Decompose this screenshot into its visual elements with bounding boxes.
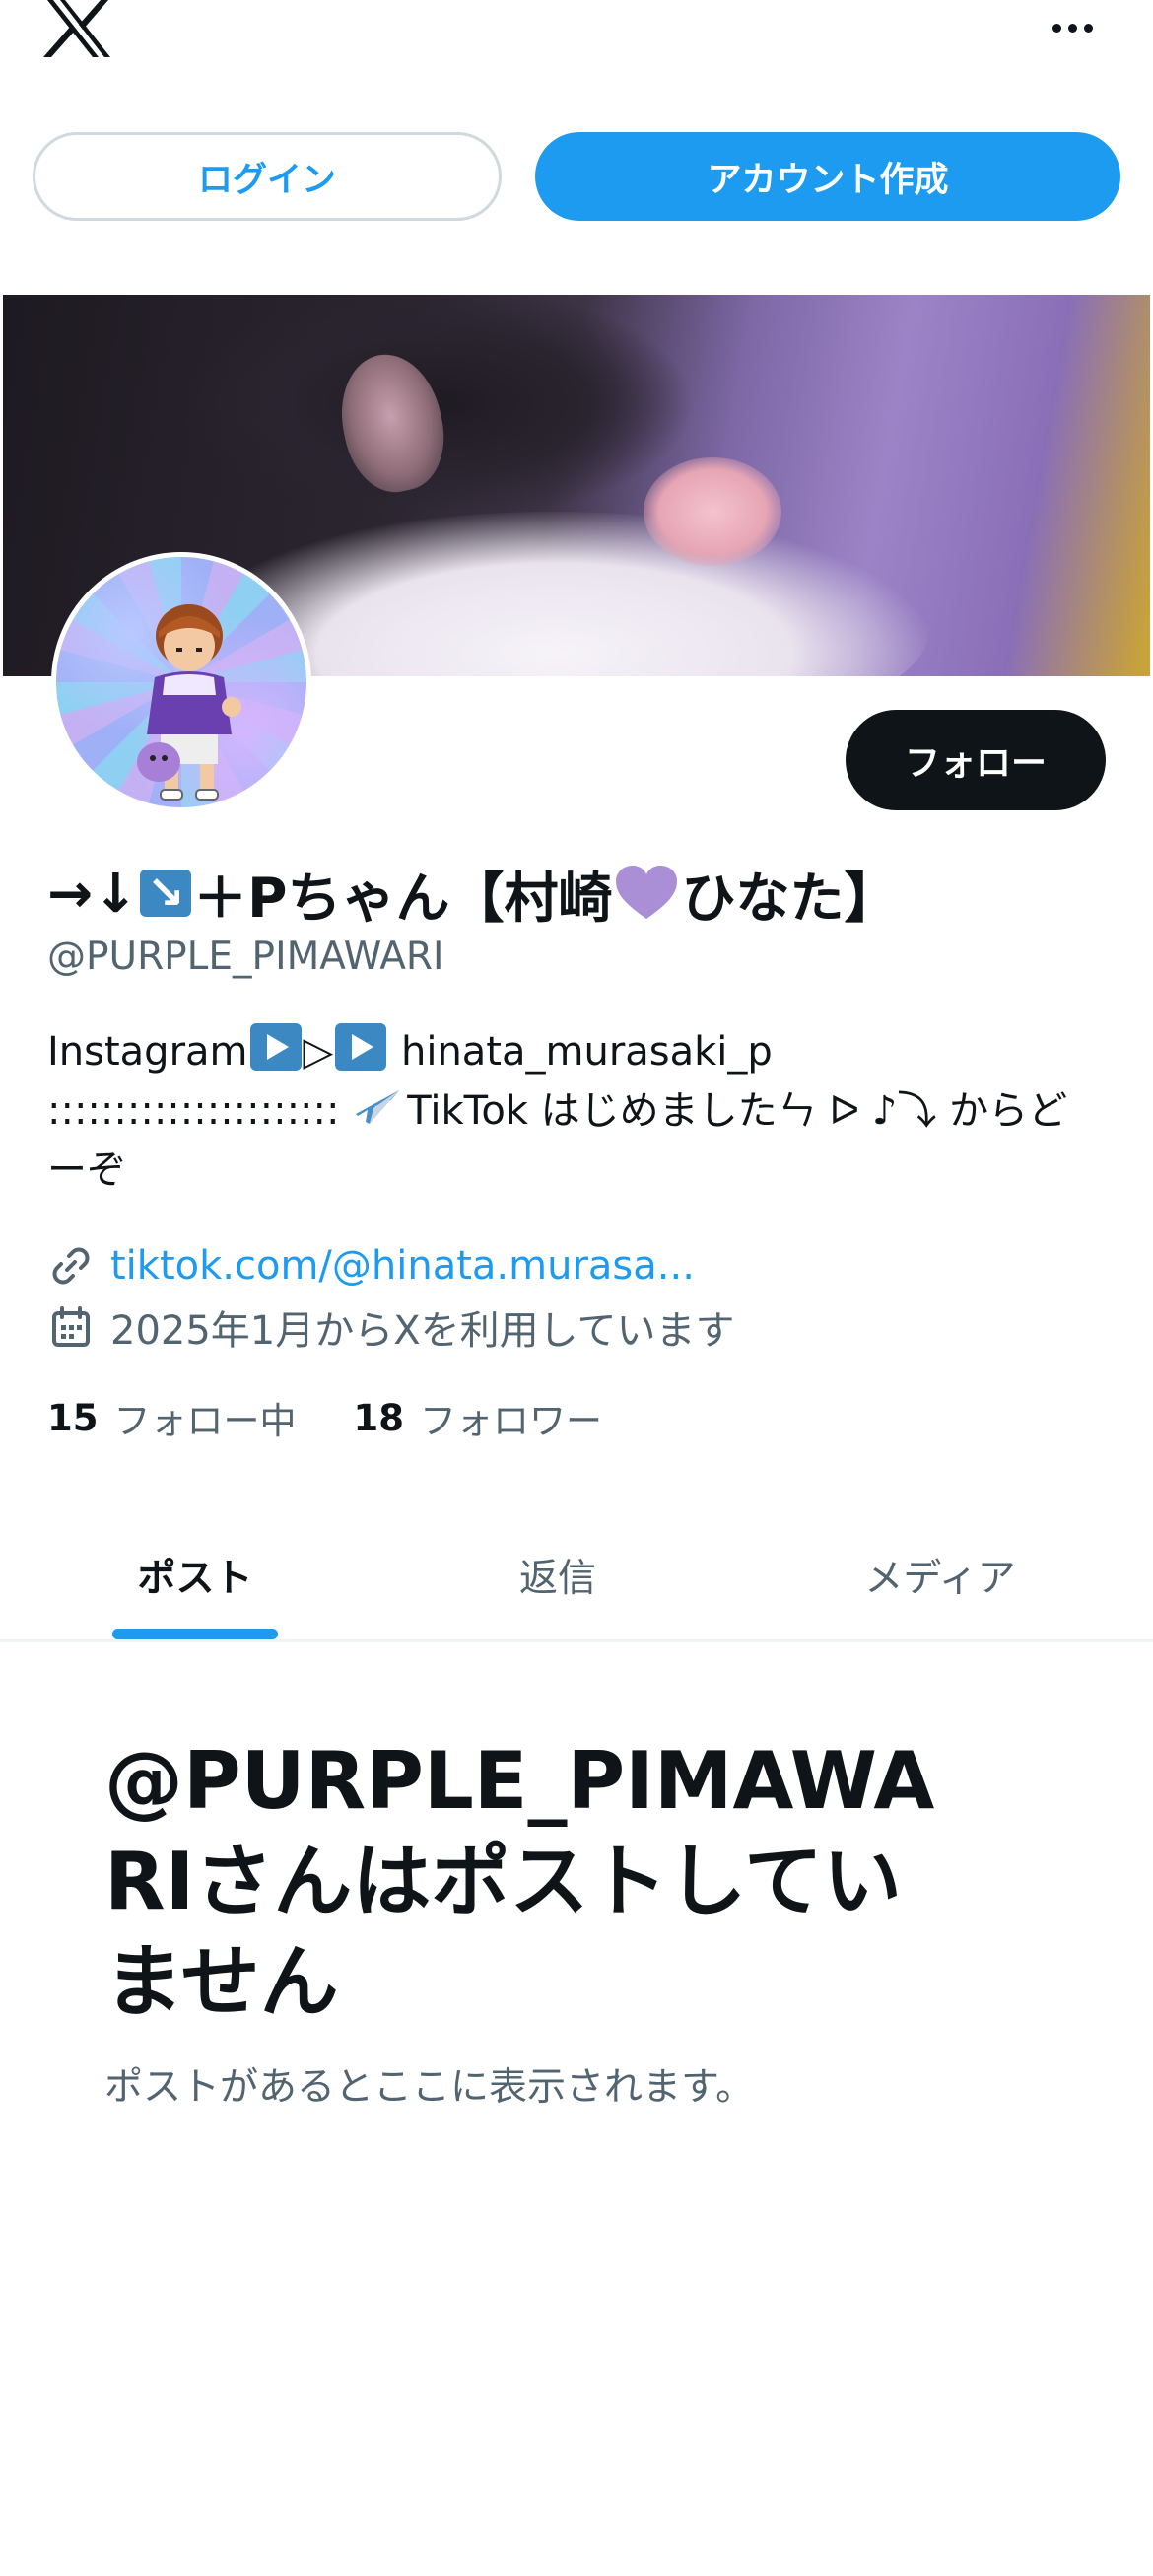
bio-text: Instagram [47,1029,248,1075]
avatar-character-icon [137,604,241,801]
empty-state-subtitle: ポストがあるとここに表示されます。 [104,2065,755,2110]
tab-replies[interactable]: 返信 [441,1508,674,1642]
play-button-icon [335,1023,387,1071]
top-bar [0,0,1153,108]
display-name-part: →↓ [47,862,139,925]
following-label[interactable]: フォロー中 [114,1391,297,1444]
tab-posts[interactable]: ポスト [79,1508,311,1642]
follow-button[interactable]: フォロー [846,710,1106,810]
create-account-button[interactable]: アカウント作成 [535,132,1120,221]
airplane-icon [356,1090,400,1124]
auth-buttons: ログイン アカウント作成 [33,132,1120,221]
empty-state-title-line: @PURPLE_PIMAWA [104,1735,935,1827]
profile-website-link[interactable]: tiktok.com/@hinata.murasa... [110,1243,695,1288]
active-tab-indicator [112,1629,278,1639]
joined-date-row: 2025年1月からXを利用しています [47,1299,734,1355]
tab-media[interactable]: メディア [824,1508,1056,1642]
bio-text: hinata_murasaki_p [388,1029,773,1075]
more-horizontal-icon[interactable] [1045,14,1100,41]
display-name-part: ひなた】 [681,867,899,930]
link-icon [52,1247,90,1285]
bio-text: ーぞ [47,1148,126,1193]
purple-heart-icon [616,866,678,919]
play-button-icon [249,1023,302,1071]
followers-label[interactable]: フォロワー [420,1391,602,1444]
x-logo-icon[interactable] [43,0,114,59]
joined-date: 2025年1月からXを利用しています [110,1308,735,1354]
calendar-icon [52,1306,90,1347]
username-handle: @PURPLE_PIMAWARI [47,935,444,979]
login-button[interactable]: ログイン [33,132,502,221]
empty-state-title-line: ません [104,1936,339,2028]
followers-count[interactable]: 18 [354,1397,405,1439]
avatar[interactable] [51,552,311,812]
follow-stats: 15 フォロー中 18 フォロワー [47,1390,659,1445]
empty-state-title-line: RIさんはポストしてい [104,1836,902,1927]
following-count[interactable]: 15 [47,1397,99,1439]
empty-state-title: @PURPLE_PIMAWA RIさんはポストしてい ません [104,1731,1051,2033]
bio-text: ▷ [303,1029,334,1075]
bio-text: TikTok はじめましたㄣ ᐅ ♪⤵ からど [407,1088,1068,1134]
display-name: →↓ ＋Pちゃん【村崎 ひなた】 [47,854,1112,933]
profile-bio: Instagram ▷ hinata_murasaki_p :::::::::::… [47,1022,1112,1200]
display-name-part: ＋Pちゃん【村崎 [193,867,613,930]
profile-link-row: tiktok.com/@hinata.murasa... [47,1238,695,1293]
bio-text: :::::::::::::::::::::: [47,1088,353,1134]
down-right-arrow-icon [140,866,192,919]
profile-tabs: ポスト 返信 メディア [0,1508,1153,1642]
